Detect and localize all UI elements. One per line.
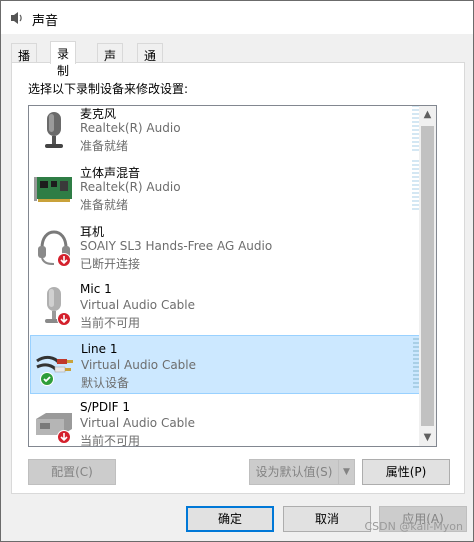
headset-icon	[38, 230, 71, 267]
device-driver: Virtual Audio Cable	[80, 416, 196, 430]
line-in-cable-icon	[36, 355, 73, 386]
device-name: Line 1	[81, 342, 118, 356]
configure-button[interactable]: 配置(C)	[28, 459, 116, 485]
properties-button[interactable]: 属性(P)	[362, 459, 450, 485]
recording-panel: 选择以下录制设备来修改设置: 麦克风 Realtek(R) Audio 准备就绪	[11, 62, 465, 494]
list-item[interactable]: 麦克风 Realtek(R) Audio 准备就绪	[30, 106, 434, 158]
device-status: 当前不可用	[80, 434, 141, 447]
list-item[interactable]: 耳机 SOAIY SL3 Hands-Free AG Audio 已断开连接	[30, 217, 434, 276]
scroll-down-icon[interactable]: ▼	[419, 429, 436, 446]
device-driver: Realtek(R) Audio	[80, 180, 181, 194]
scroll-up-icon[interactable]: ▲	[419, 106, 436, 123]
set-default-label: 设为默认值(S)	[255, 465, 333, 479]
device-name: 立体声混音	[80, 166, 141, 180]
instruction-label: 选择以下录制设备来修改设置:	[28, 82, 189, 96]
scrollbar-thumb[interactable]	[421, 126, 434, 426]
microphone-icon	[45, 112, 63, 148]
list-item[interactable]: 立体声混音 Realtek(R) Audio 准备就绪	[30, 158, 434, 217]
device-status: 准备就绪	[80, 139, 129, 153]
window-title: 声音	[32, 14, 59, 29]
sound-card-icon	[34, 177, 72, 202]
ok-button[interactable]: 确定	[186, 506, 274, 532]
list-item[interactable]: Line 1 Virtual Audio Cable 默认设备	[30, 335, 434, 394]
list-item[interactable]: S/PDIF 1 Virtual Audio Cable 当前不可用	[30, 394, 434, 447]
device-driver: Realtek(R) Audio	[80, 121, 181, 135]
device-driver: Virtual Audio Cable	[81, 358, 197, 372]
device-name: S/PDIF 1	[80, 400, 131, 414]
title-bar[interactable]: 声音	[1, 1, 473, 34]
device-name: 耳机	[80, 225, 105, 239]
microphone-icon	[45, 287, 71, 326]
set-default-button[interactable]: 设为默认值(S) ▼	[249, 459, 355, 485]
device-name: Mic 1	[80, 282, 112, 296]
device-driver: SOAIY SL3 Hands-Free AG Audio	[80, 239, 273, 253]
watermark: CSDN @kali-Myon	[364, 520, 463, 533]
device-status: 准备就绪	[80, 198, 129, 212]
device-name: 麦克风	[80, 107, 117, 121]
speaker-icon	[11, 12, 22, 24]
device-status: 当前不可用	[80, 316, 141, 330]
cancel-button[interactable]: 取消	[283, 506, 371, 532]
chevron-down-icon[interactable]: ▼	[338, 460, 354, 484]
sound-dialog: 声音 播放 录制 声音 通信 选择以下录制设备来修改设置: 麦克风 Realte	[0, 0, 474, 542]
device-list[interactable]: 麦克风 Realtek(R) Audio 准备就绪 立体声混音 Realtek(…	[28, 105, 437, 447]
tab-sounds[interactable]: 声音	[97, 43, 124, 80]
device-driver: Virtual Audio Cable	[80, 298, 196, 312]
device-status: 已断开连接	[80, 257, 141, 271]
tab-playback[interactable]: 播放	[11, 43, 38, 80]
tab-recording[interactable]: 录制	[50, 41, 77, 78]
vertical-scrollbar[interactable]: ▲ ▼	[419, 106, 436, 446]
tab-communications[interactable]: 通信	[137, 43, 164, 80]
device-status: 默认设备	[81, 376, 130, 390]
list-item[interactable]: Mic 1 Virtual Audio Cable 当前不可用	[30, 276, 434, 335]
spdif-device-icon	[36, 413, 72, 444]
